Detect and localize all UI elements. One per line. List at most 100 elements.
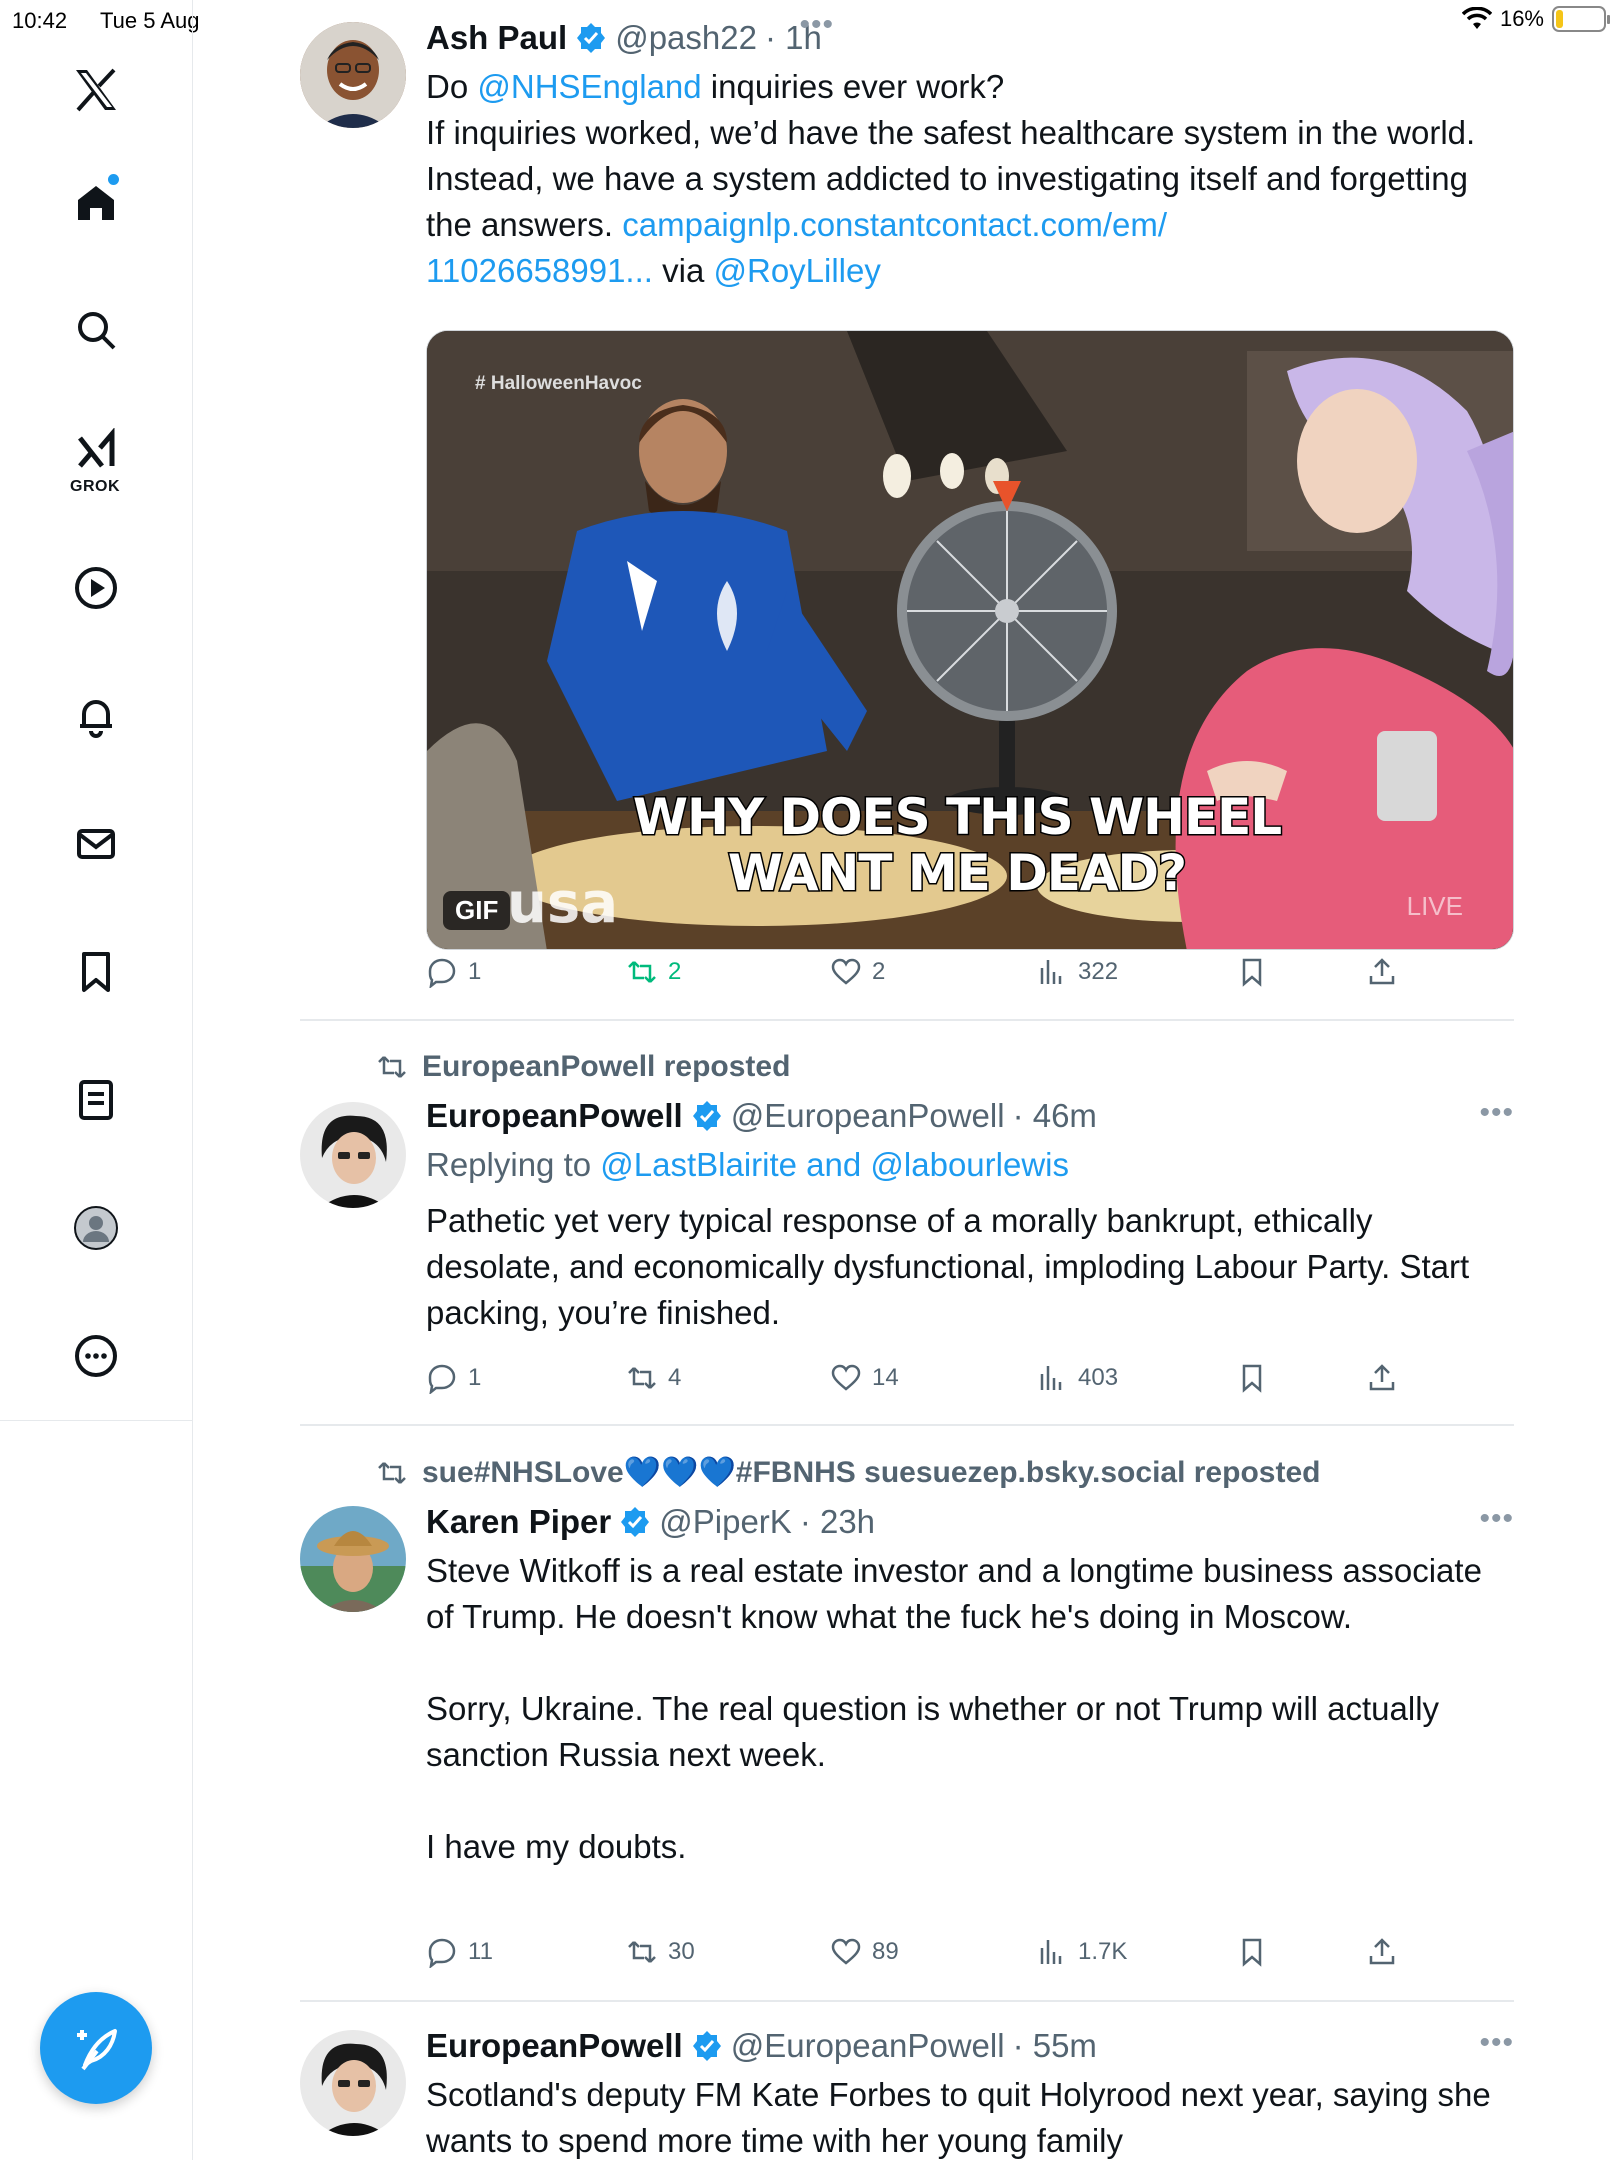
profile-icon[interactable] — [66, 1198, 126, 1258]
more-icon[interactable] — [66, 1326, 126, 1386]
tweet-text: Steve Witkoff is a real estate investor … — [426, 1552, 1482, 1865]
repost-button[interactable]: 2 — [626, 952, 681, 992]
like-count: 14 — [872, 1364, 899, 1391]
bookmark-button[interactable] — [1236, 952, 1268, 992]
repost-count: 2 — [668, 958, 682, 985]
tweet-header: Karen Piper @PiperK · 23h — [426, 1502, 1514, 1542]
display-name[interactable]: EuropeanPowell — [426, 2027, 683, 2065]
avatar[interactable] — [300, 2030, 406, 2136]
reposted-by[interactable]: EuropeanPowell reposted — [422, 1050, 790, 1084]
timestamp[interactable]: · 46m — [1013, 1097, 1097, 1135]
tweet-actions: 1 2 2 322 — [426, 952, 1426, 992]
repost-icon — [378, 1461, 406, 1484]
share-icon — [1369, 1938, 1395, 1965]
grok-icon[interactable] — [66, 422, 126, 482]
tweet-header: EuropeanPowell @EuropeanPowell · 55m — [426, 2026, 1514, 2066]
more-options-icon[interactable]: ••• — [1479, 1096, 1514, 1130]
view-count: 322 — [1078, 958, 1119, 985]
tweet-actions: 11 30 89 1.7K — [426, 1932, 1426, 1972]
avatar[interactable] — [300, 1506, 406, 1612]
timestamp[interactable]: · 55m — [1013, 2027, 1097, 2065]
notifications-icon[interactable] — [66, 686, 126, 746]
reply-icon — [428, 958, 456, 988]
reply-count: 11 — [468, 1938, 493, 1965]
mention-link[interactable]: @NHSEngland — [477, 68, 701, 105]
tweet-header: Ash Paul @pash22 · 1h — [426, 18, 1514, 58]
tweet-header: EuropeanPowell @EuropeanPowell · 46m — [426, 1096, 1514, 1136]
more-options-icon[interactable]: ••• — [1479, 2026, 1514, 2060]
bookmarks-icon[interactable] — [66, 942, 126, 1002]
compose-quill-icon — [77, 2029, 117, 2071]
gif-media[interactable]: # HalloweenHavoc WHY DOES THIS WHEEL WAN… — [426, 330, 1514, 950]
handle[interactable]: @EuropeanPowell — [731, 2027, 1005, 2065]
bookmark-icon — [1242, 1364, 1262, 1393]
like-button[interactable]: 14 — [830, 1358, 899, 1398]
views-button[interactable]: 322 — [1036, 952, 1118, 992]
gif-badge: GIF — [443, 891, 511, 930]
reply-button[interactable]: 1 — [426, 1358, 481, 1398]
view-count: 1.7K — [1078, 1938, 1128, 1965]
bookmark-button[interactable] — [1236, 1932, 1268, 1972]
mention-link[interactable]: @RoyLilley — [713, 252, 880, 289]
bookmark-button[interactable] — [1236, 1358, 1268, 1398]
more-options-icon[interactable]: ••• — [799, 8, 834, 42]
repost-icon — [628, 1367, 656, 1389]
bookmark-icon — [1242, 1938, 1262, 1967]
replying-to: Replying to @LastBlairite and @labourlew… — [426, 1146, 1069, 1183]
reply-icon — [428, 1364, 456, 1394]
repost-context: EuropeanPowell reposted — [376, 1050, 790, 1084]
verified-badge-icon — [692, 2031, 721, 2061]
reposted-by[interactable]: sue#NHSLove💙💙💙#FBNHS suesuezep.bsky.soci… — [422, 1455, 1320, 1490]
reply-button[interactable]: 11 — [426, 1932, 493, 1972]
share-button[interactable] — [1366, 1932, 1398, 1972]
gif-watermark: usa — [507, 871, 618, 936]
tweet[interactable]: EuropeanPowell @EuropeanPowell · 55m •••… — [300, 2026, 1514, 2160]
reply-count: 1 — [468, 958, 482, 985]
replying-to-links[interactable]: @LastBlairite and @labourlewis — [600, 1146, 1069, 1183]
search-icon[interactable] — [66, 300, 126, 360]
like-count: 2 — [872, 958, 886, 985]
home-notification-dot — [108, 174, 119, 185]
like-button[interactable]: 2 — [830, 952, 885, 992]
timestamp[interactable]: · 23h — [800, 1503, 875, 1541]
repost-context: sue#NHSLove💙💙💙#FBNHS suesuezep.bsky.soci… — [376, 1455, 1320, 1490]
share-icon — [1369, 1364, 1395, 1391]
like-button[interactable]: 89 — [830, 1932, 899, 1972]
video-icon[interactable] — [66, 558, 126, 618]
handle[interactable]: @PiperK — [659, 1503, 792, 1541]
gif-corner-label: LIVE — [1406, 891, 1463, 921]
handle[interactable]: @EuropeanPowell — [731, 1097, 1005, 1135]
tweet-actions: 1 4 14 403 — [426, 1358, 1426, 1398]
views-button[interactable]: 403 — [1036, 1358, 1118, 1398]
handle[interactable]: @pash22 — [615, 19, 757, 57]
bookmark-icon — [1242, 958, 1262, 987]
avatar[interactable] — [300, 1102, 406, 1208]
heart-icon — [831, 1364, 861, 1391]
compose-button[interactable] — [40, 1992, 152, 2104]
reply-button[interactable]: 1 — [426, 952, 481, 992]
views-icon — [1040, 960, 1062, 984]
gif-hashtag: # HalloweenHavoc — [475, 373, 642, 394]
avatar[interactable] — [300, 22, 406, 128]
repost-button[interactable]: 30 — [626, 1932, 695, 1972]
display-name[interactable]: Karen Piper — [426, 1503, 611, 1541]
repost-icon — [628, 961, 656, 983]
tweet[interactable]: EuropeanPowell @EuropeanPowell · 46m •••… — [300, 1096, 1514, 1396]
tweet-separator — [300, 2000, 1514, 2002]
gif-caption: WHY DOES THIS WHEEL WANT ME DEAD? — [631, 788, 1283, 903]
repost-button[interactable]: 4 — [626, 1358, 681, 1398]
share-button[interactable] — [1366, 1358, 1398, 1398]
display-name[interactable]: Ash Paul — [426, 19, 567, 57]
tweet[interactable]: Karen Piper @PiperK · 23h ••• Steve Witk… — [300, 1502, 1514, 1982]
x-logo-icon[interactable] — [66, 60, 126, 120]
more-options-icon[interactable]: ••• — [1479, 1502, 1514, 1536]
like-count: 89 — [872, 1938, 899, 1965]
share-button[interactable] — [1366, 952, 1398, 992]
lists-icon[interactable] — [66, 1070, 126, 1130]
views-button[interactable]: 1.7K — [1036, 1932, 1127, 1972]
display-name[interactable]: EuropeanPowell — [426, 1097, 683, 1135]
tweet[interactable]: Ash Paul @pash22 · 1h ••• Do @NHSEngland… — [300, 8, 1514, 1008]
messages-icon[interactable] — [66, 814, 126, 874]
tweet-text: Pathetic yet very typical response of a … — [426, 1202, 1479, 1331]
share-icon — [1369, 958, 1395, 985]
